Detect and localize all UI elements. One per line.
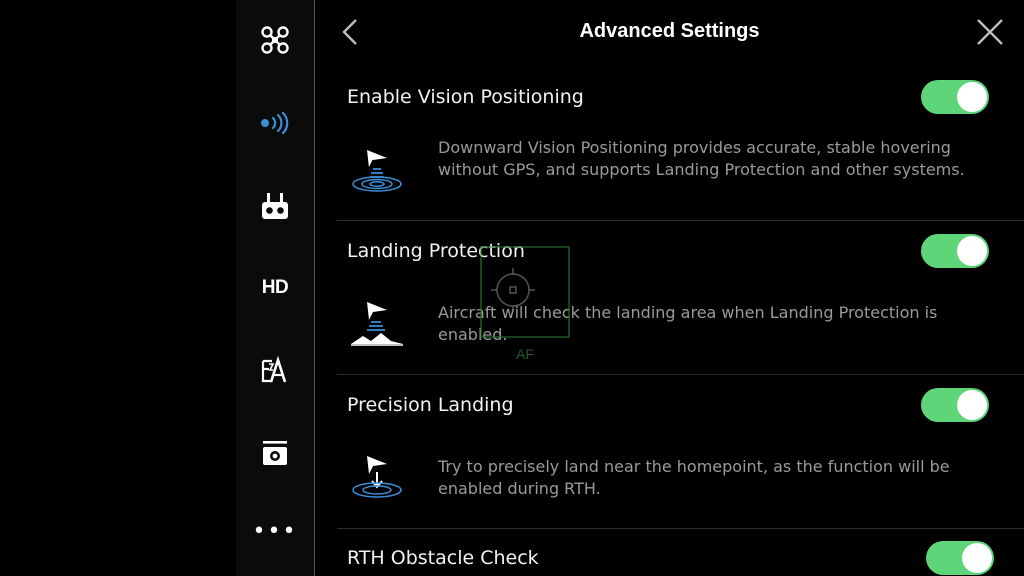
toggle-knob (957, 390, 987, 420)
setting-vision-positioning: Enable Vision Positioning Downward Visio… (337, 80, 1024, 220)
setting-description: Downward Vision Positioning provides acc… (438, 138, 965, 179)
setting-precision-landing: Precision Landing Try to precisely land … (337, 388, 1024, 528)
vision-positioning-toggle[interactable] (921, 80, 989, 114)
remote-controller-icon (261, 191, 289, 221)
signal-waves-icon (259, 111, 291, 135)
settings-sidebar: HD ••• (236, 0, 315, 576)
setting-landing-protection: Landing Protection Aircraft will check t… (337, 234, 1024, 374)
more-icon: ••• (252, 519, 298, 544)
section-divider (337, 220, 1024, 221)
close-button[interactable] (974, 18, 1006, 50)
section-divider (337, 374, 1024, 375)
page-title: Advanced Settings (579, 20, 760, 42)
precision-landing-toggle[interactable] (921, 388, 989, 422)
section-divider (337, 528, 1024, 529)
sidebar-item-camera[interactable] (236, 426, 314, 480)
panel-header: Advanced Settings (315, 0, 1024, 68)
setting-title: Precision Landing (347, 394, 514, 416)
toggle-knob (957, 236, 987, 266)
advanced-settings-panel: Advanced Settings Enable Vision Position… (315, 0, 1024, 576)
sidebar-item-more[interactable]: ••• (236, 509, 314, 563)
rth-obstacle-check-toggle[interactable] (926, 541, 994, 575)
setting-title: RTH Obstacle Check (347, 547, 539, 569)
toggle-knob (962, 543, 992, 573)
hd-label: HD (261, 277, 289, 298)
app-root: HD ••• Advanced Settings Enable Vision P… (0, 0, 1024, 576)
sidebar-item-signal[interactable] (236, 96, 314, 150)
setting-rth-obstacle-check: RTH Obstacle Check (337, 541, 1024, 576)
close-icon (976, 18, 1004, 50)
setting-title: Landing Protection (347, 240, 525, 262)
battery-icon (260, 356, 290, 384)
sidebar-item-battery[interactable] (236, 343, 314, 397)
landing-protection-toggle[interactable] (921, 234, 989, 268)
setting-description: Aircraft will check the landing area whe… (438, 303, 938, 344)
vision-positioning-icon (349, 146, 405, 200)
sidebar-item-aircraft[interactable] (236, 13, 314, 67)
camera-icon (261, 439, 289, 467)
precision-landing-icon (349, 452, 405, 506)
sidebar-item-remote-controller[interactable] (236, 179, 314, 233)
drone-icon (260, 25, 290, 55)
sidebar-item-hd[interactable]: HD (236, 261, 314, 315)
camera-backdrop (0, 0, 236, 576)
landing-protection-icon (349, 298, 405, 354)
toggle-knob (957, 82, 987, 112)
setting-title: Enable Vision Positioning (347, 86, 584, 108)
setting-description: Try to precisely land near the homepoint… (438, 457, 950, 498)
